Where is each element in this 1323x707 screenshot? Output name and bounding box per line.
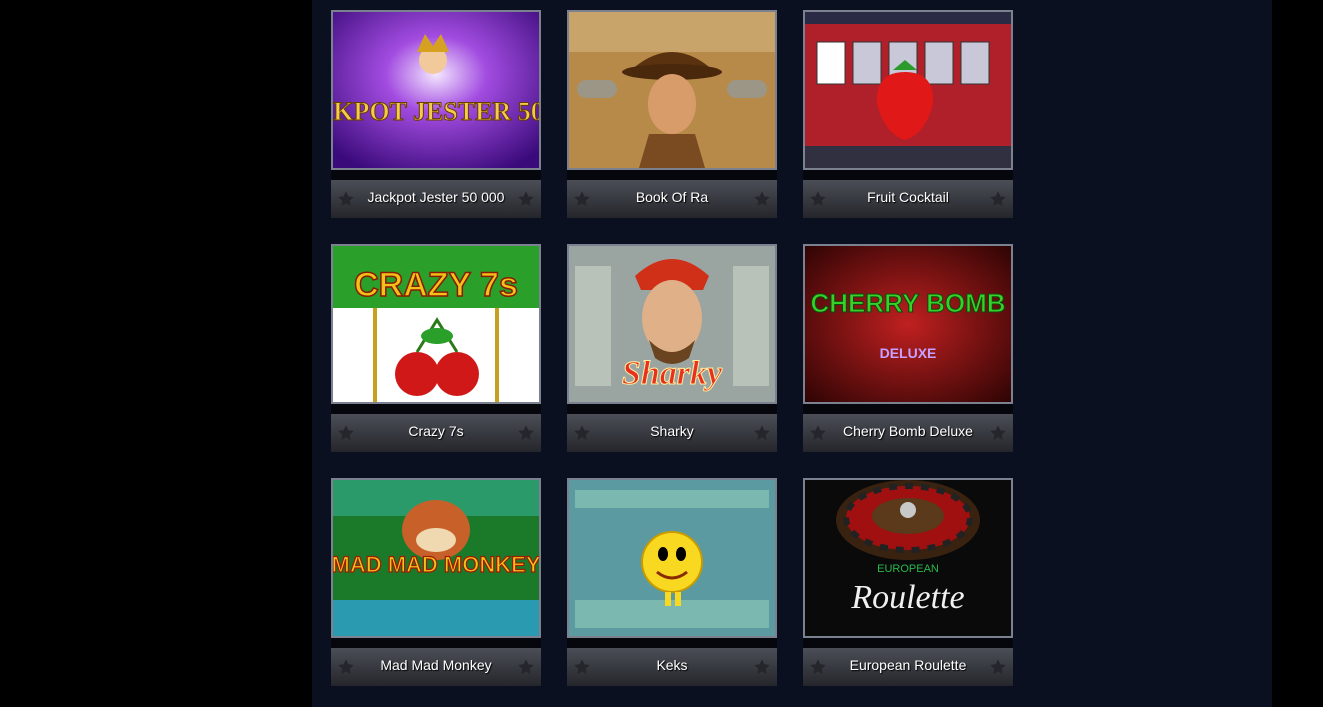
svg-text:MAD MAD MONKEY: MAD MAD MONKEY (333, 552, 539, 577)
page: JACKPOT JESTER 50,000 Jackpot Jester 50 … (0, 0, 1323, 707)
game-thumbnail[interactable]: CHERRY BOMB DELUXE (803, 244, 1013, 404)
game-card-mad-mad-monkey: MAD MAD MONKEY Mad Mad Monkey (331, 478, 541, 686)
game-title[interactable]: Book Of Ra (591, 178, 753, 216)
cherries-icon: CRAZY 7s (333, 246, 539, 402)
pirate-icon: Sharky (569, 246, 775, 402)
game-title[interactable]: European Roulette (827, 646, 989, 684)
game-card-keks: Keks (567, 478, 777, 686)
star-icon[interactable] (809, 190, 827, 208)
game-card-cherry-bomb-deluxe: CHERRY BOMB DELUXE Cherry Bomb Deluxe (803, 244, 1013, 452)
star-icon[interactable] (573, 424, 591, 442)
monkey-icon: MAD MAD MONKEY (333, 480, 539, 636)
star-icon[interactable] (573, 190, 591, 208)
game-card-jackpot-jester: JACKPOT JESTER 50,000 Jackpot Jester 50 … (331, 10, 541, 218)
game-thumbnail[interactable]: Sharky (567, 244, 777, 404)
star-icon[interactable] (809, 658, 827, 676)
game-title[interactable]: Crazy 7s (355, 412, 517, 450)
game-thumbnail[interactable]: CRAZY 7s (331, 244, 541, 404)
star-icon[interactable] (989, 658, 1007, 676)
game-title-bar: Fruit Cocktail (803, 180, 1013, 218)
game-title-bar: Mad Mad Monkey (331, 648, 541, 686)
game-thumbnail[interactable] (803, 10, 1013, 170)
game-thumbnail[interactable]: JACKPOT JESTER 50,000 (331, 10, 541, 170)
star-icon[interactable] (337, 658, 355, 676)
star-icon[interactable] (809, 424, 827, 442)
svg-text:DELUXE: DELUXE (880, 345, 937, 361)
svg-text:EUROPEAN: EUROPEAN (877, 563, 939, 575)
game-thumbnail[interactable]: EUROPEAN Roulette (803, 478, 1013, 638)
explorer-icon (569, 12, 775, 168)
game-card-european-roulette: EUROPEAN Roulette European Roulette (803, 478, 1013, 686)
game-thumbnail[interactable] (567, 478, 777, 638)
game-card-fruit-cocktail: Fruit Cocktail (803, 10, 1013, 218)
svg-text:Sharky: Sharky (622, 355, 723, 392)
game-thumbnail[interactable]: MAD MAD MONKEY (331, 478, 541, 638)
game-title[interactable]: Cherry Bomb Deluxe (827, 412, 989, 450)
game-title-bar: European Roulette (803, 648, 1013, 686)
game-title[interactable]: Sharky (591, 412, 753, 450)
star-icon[interactable] (989, 190, 1007, 208)
game-title[interactable]: Keks (591, 646, 753, 684)
game-title[interactable]: Fruit Cocktail (827, 178, 989, 216)
svg-text:Roulette: Roulette (850, 579, 964, 616)
game-card-book-of-ra: Book Of Ra (567, 10, 777, 218)
star-icon[interactable] (753, 190, 771, 208)
star-icon[interactable] (753, 424, 771, 442)
strawberry-icon (805, 12, 1011, 168)
star-icon[interactable] (517, 190, 535, 208)
svg-text:CRAZY 7s: CRAZY 7s (354, 266, 518, 304)
star-icon[interactable] (517, 424, 535, 442)
cherry-bomb-icon: CHERRY BOMB DELUXE (805, 246, 1011, 402)
game-title[interactable]: Mad Mad Monkey (355, 646, 517, 684)
star-icon[interactable] (337, 190, 355, 208)
svg-text:JACKPOT JESTER 50,000: JACKPOT JESTER 50,000 (333, 97, 539, 126)
game-title[interactable]: Jackpot Jester 50 000 (355, 178, 517, 216)
game-title-bar: Keks (567, 648, 777, 686)
star-icon[interactable] (517, 658, 535, 676)
star-icon[interactable] (337, 424, 355, 442)
games-panel: JACKPOT JESTER 50,000 Jackpot Jester 50 … (312, 0, 1272, 707)
star-icon[interactable] (753, 658, 771, 676)
game-card-crazy-7s: CRAZY 7s Crazy 7s (331, 244, 541, 452)
star-icon[interactable] (989, 424, 1007, 442)
game-card-sharky: Sharky Sharky (567, 244, 777, 452)
keks-icon (569, 480, 775, 636)
star-icon[interactable] (573, 658, 591, 676)
game-title-bar: Cherry Bomb Deluxe (803, 414, 1013, 452)
game-title-bar: Crazy 7s (331, 414, 541, 452)
game-title-bar: Book Of Ra (567, 180, 777, 218)
svg-text:CHERRY BOMB: CHERRY BOMB (810, 288, 1005, 318)
jester-icon: JACKPOT JESTER 50,000 (333, 12, 539, 168)
game-title-bar: Sharky (567, 414, 777, 452)
game-title-bar: Jackpot Jester 50 000 (331, 180, 541, 218)
game-thumbnail[interactable] (567, 10, 777, 170)
roulette-wheel-icon: EUROPEAN Roulette (805, 480, 1011, 636)
